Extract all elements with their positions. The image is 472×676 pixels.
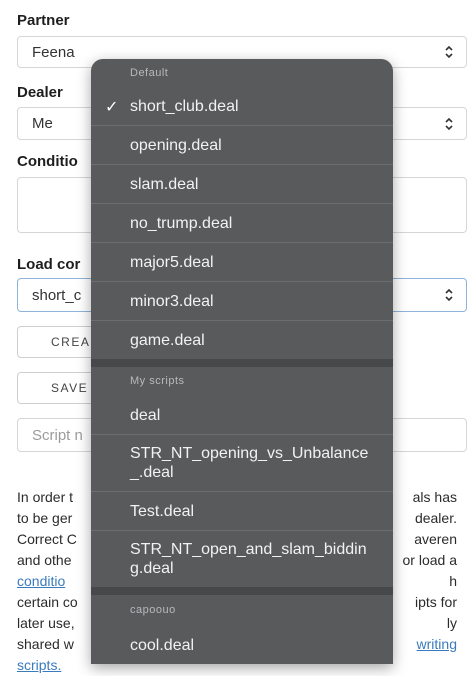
help-line-left: In order t: [17, 489, 74, 505]
menu-item[interactable]: minor3.deal: [91, 281, 393, 320]
menu-item-label: no_trump.deal: [130, 214, 233, 232]
partner-value: Feena: [32, 43, 75, 61]
load-script-dropdown-menu[interactable]: Default ✓ short_club.deal opening.deal slam.…: [91, 59, 393, 664]
help-line-right: ly: [446, 615, 457, 631]
menu-item[interactable]: major5.deal: [91, 242, 393, 281]
help-line-right[interactable]: writing: [417, 634, 457, 655]
dealer-label: Dealer: [17, 84, 63, 101]
help-line-right: ipts for: [414, 594, 457, 610]
menu-item[interactable]: Test.deal: [91, 491, 393, 530]
menu-item[interactable]: STR_NT_open_and_slam_bidding.deal: [91, 530, 393, 587]
save-button-label: SAVE: [51, 381, 89, 395]
menu-group-title: capoouo: [130, 604, 176, 616]
menu-item-label: minor3.deal: [130, 292, 214, 310]
menu-item-label: slam.deal: [130, 175, 199, 193]
menu-group-title: Default: [130, 67, 169, 79]
menu-group-separator: [91, 587, 393, 595]
menu-item-label: cool.deal: [130, 636, 195, 654]
menu-item-label: game.deal: [130, 331, 205, 349]
load-label: Load cor: [17, 256, 81, 273]
menu-item[interactable]: no_trump.deal: [91, 203, 393, 242]
help-line-right: dealer.: [414, 510, 457, 526]
help-line-right: als has: [412, 489, 457, 505]
help-line-right: averen: [414, 531, 457, 547]
menu-item-label: short_club.deal: [130, 98, 239, 115]
chevron-updown-icon: [445, 117, 453, 130]
help-line-left: later use,: [17, 615, 75, 631]
menu-item-label: STR_NT_open_and_slam_bidding.deal: [130, 541, 367, 577]
dealer-value: Me: [32, 115, 53, 132]
menu-item[interactable]: opening.deal: [91, 125, 393, 164]
menu-item[interactable]: slam.deal: [91, 164, 393, 203]
menu-item[interactable]: game.deal: [91, 320, 393, 359]
partner-label: Partner: [17, 12, 70, 29]
menu-item[interactable]: STR_NT_opening_vs_Unbalance_.deal: [91, 434, 393, 491]
menu-item-label: major5.deal: [130, 253, 214, 271]
conditions-label: Conditio: [17, 153, 78, 170]
script-name-placeholder: Script n: [32, 426, 83, 444]
menu-item-label: deal: [130, 406, 161, 424]
help-line-left: certain co: [17, 594, 78, 610]
help-line-right: or load a: [402, 552, 457, 568]
chevron-updown-icon: [445, 45, 453, 59]
create-button-label: CREA: [51, 335, 91, 349]
help-line-left: shared w: [17, 636, 74, 652]
menu-item[interactable]: ✓ short_club.deal: [91, 88, 393, 125]
help-line-left: and othe: [17, 552, 72, 568]
chevron-updown-icon: [445, 288, 453, 302]
menu-item[interactable]: deal: [91, 396, 393, 434]
menu-item[interactable]: cool.deal: [91, 625, 393, 664]
menu-item-label: STR_NT_opening_vs_Unbalance_.deal: [130, 445, 369, 481]
menu-item-label: Test.deal: [130, 502, 195, 520]
menu-group-title: My scripts: [130, 375, 185, 387]
help-line-left: to be ger: [17, 510, 73, 526]
checkmark-icon: ✓: [105, 98, 119, 116]
menu-item-label: opening.deal: [130, 136, 222, 154]
help-line-right: h: [449, 573, 457, 589]
help-line-left[interactable]: conditio: [17, 573, 65, 589]
menu-group-separator: [91, 359, 393, 367]
help-line-left: Correct C: [17, 531, 77, 547]
load-value: short_c: [32, 286, 82, 304]
